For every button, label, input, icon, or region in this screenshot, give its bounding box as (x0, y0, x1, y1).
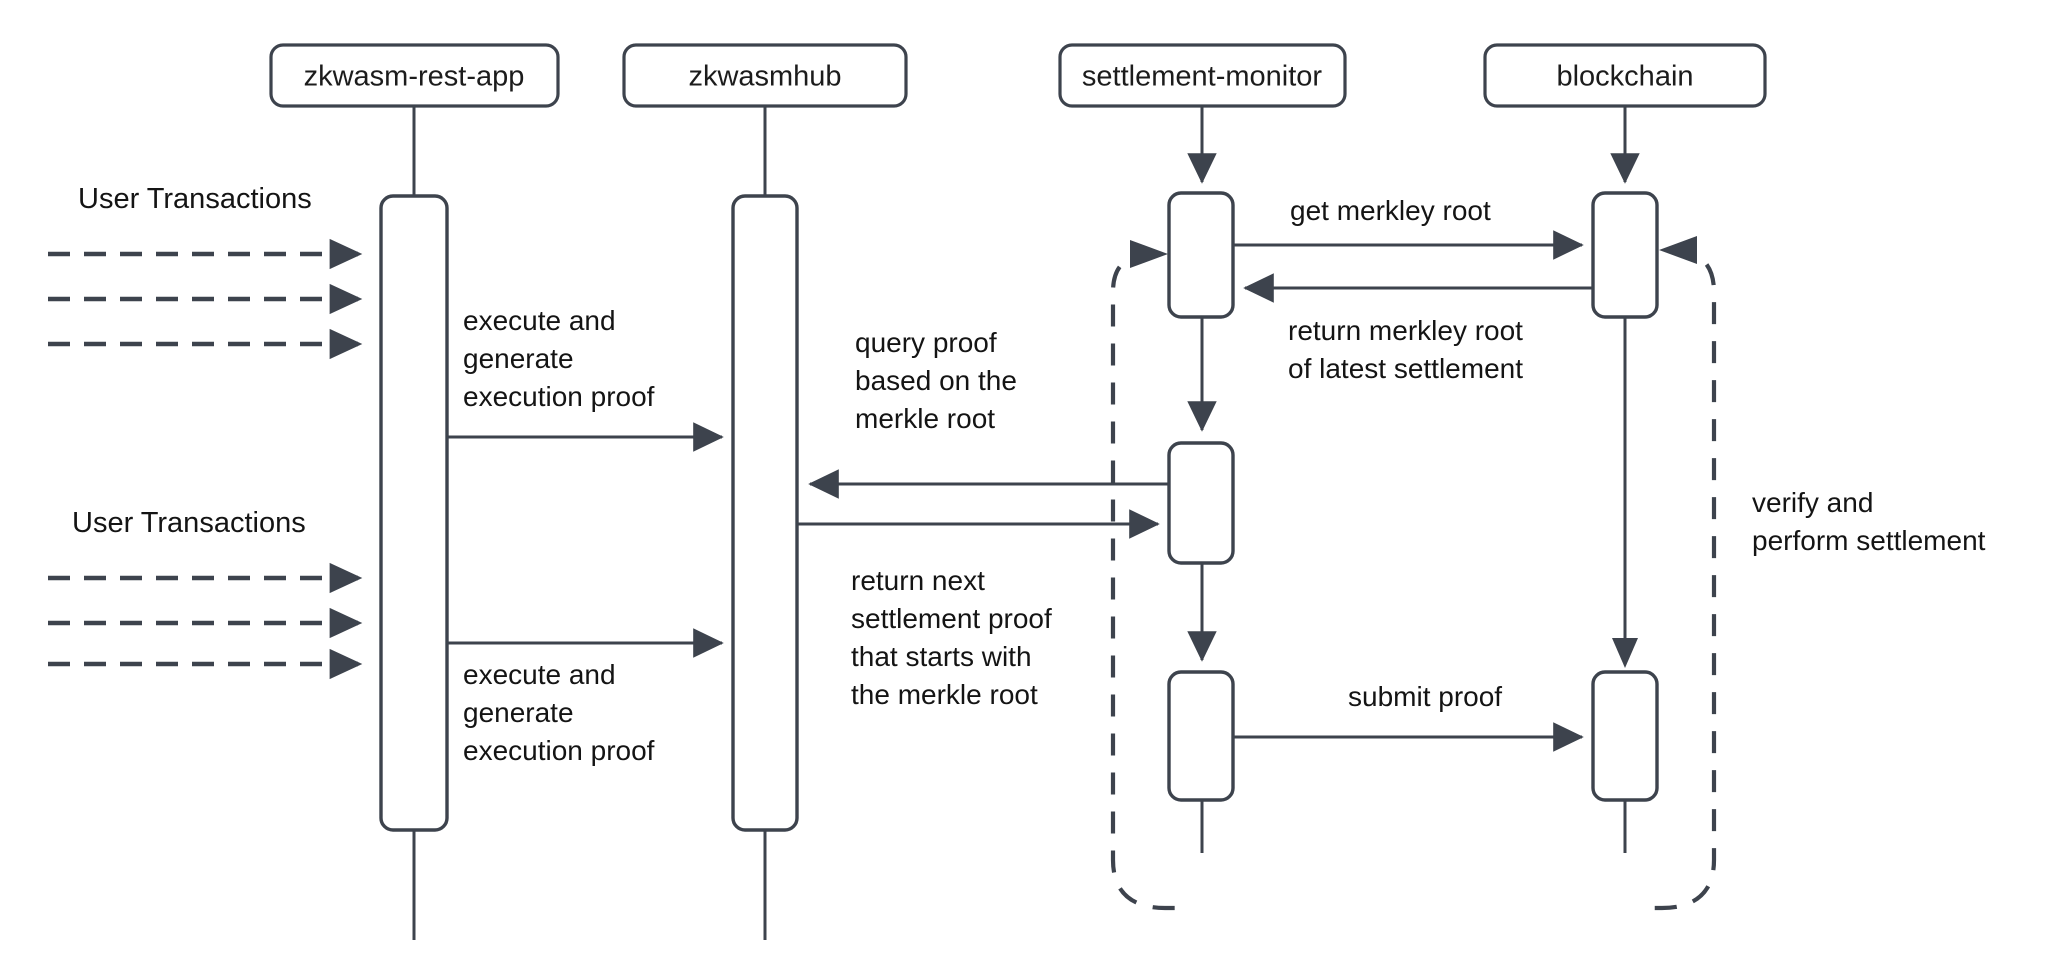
activation-blockchain-1 (1591, 191, 1659, 319)
message-label-query-proof-line3: merkle root (855, 403, 995, 434)
loop-arrowhead-blockchain (1659, 236, 1697, 264)
message-get-merkley-root: get merkley root (1233, 195, 1584, 260)
message-label-return-next-line1: return next (851, 565, 985, 596)
message-label-execute-generate-bottom-line1: execute and (463, 659, 616, 690)
participant-label-zkwasm-rest-app: zkwasm-rest-app (304, 61, 525, 93)
message-label-execute-generate-top-line3: execution proof (463, 381, 655, 412)
activation-settlement-monitor-1 (1167, 191, 1235, 319)
activation-settlement-monitor-2 (1167, 441, 1235, 565)
loop-arrowhead-settlement-monitor (1130, 240, 1168, 268)
participant-label-blockchain: blockchain (1556, 61, 1693, 93)
message-label-return-next-line4: the merkle root (851, 679, 1038, 710)
participant-settlement-monitor[interactable]: settlement-monitor (1058, 43, 1347, 853)
activation-zkwasmhub (731, 194, 799, 832)
message-label-query-proof-line2: based on the (855, 365, 1017, 396)
participant-blockchain[interactable]: blockchain (1483, 43, 1767, 853)
message-return-next-settlement-proof: return next settlement proof that starts… (797, 509, 1160, 710)
activation-zkwasm-rest-app (379, 194, 449, 832)
loop-settlement-monitor (1110, 240, 1175, 911)
message-label-return-merkley-root-line2: of latest settlement (1288, 353, 1523, 384)
message-label-execute-generate-bottom-line3: execution proof (463, 735, 655, 766)
message-label-verify-settlement-line1: verify and (1752, 487, 1873, 518)
message-submit-proof: submit proof (1233, 681, 1584, 752)
message-label-execute-generate-top-line2: generate (463, 343, 574, 374)
message-label-return-next-line3: that starts with (851, 641, 1032, 672)
sequence-diagram-svg: zkwasm-rest-app zkwasmhub settlement-mon… (48, 43, 1986, 940)
user-transactions-bottom-group: User Transactions (48, 507, 363, 680)
participant-zkwasm-rest-app[interactable]: zkwasm-rest-app (269, 43, 560, 940)
message-execute-generate-top: execute and generate execution proof (447, 305, 724, 452)
participant-label-zkwasmhub: zkwasmhub (688, 61, 841, 93)
message-return-merkley-root: return merkley root of latest settlement (1243, 273, 1593, 384)
loop-blockchain-verify-settlement: verify and perform settlement (1652, 236, 1986, 911)
message-label-submit-proof: submit proof (1348, 681, 1502, 712)
message-label-verify-settlement-line2: perform settlement (1752, 525, 1986, 556)
user-transactions-top-label: User Transactions (78, 183, 312, 215)
message-label-get-merkley-root: get merkley root (1290, 195, 1491, 226)
participant-zkwasmhub[interactable]: zkwasmhub (622, 43, 908, 940)
user-transactions-bottom-label: User Transactions (72, 507, 306, 539)
message-query-proof: query proof based on the merkle root (808, 327, 1169, 499)
message-execute-generate-bottom: execute and generate execution proof (447, 628, 724, 766)
activation-settlement-monitor-3 (1167, 670, 1235, 802)
message-label-query-proof-line1: query proof (855, 327, 997, 358)
message-label-execute-generate-top-line1: execute and (463, 305, 616, 336)
message-label-return-merkley-root-line1: return merkley root (1288, 315, 1523, 346)
participant-label-settlement-monitor: settlement-monitor (1082, 61, 1322, 93)
user-transactions-top-group: User Transactions (48, 183, 363, 360)
loop-path-settlement-monitor (1110, 251, 1175, 911)
message-label-return-next-line2: settlement proof (851, 603, 1052, 634)
arrowhead-blockchain-mid (1612, 638, 1638, 668)
message-label-execute-generate-bottom-line2: generate (463, 697, 574, 728)
sequence-diagram-canvas: zkwasm-rest-app zkwasmhub settlement-mon… (0, 0, 2048, 979)
activation-blockchain-2 (1591, 670, 1659, 802)
loop-path-blockchain (1652, 247, 1717, 911)
